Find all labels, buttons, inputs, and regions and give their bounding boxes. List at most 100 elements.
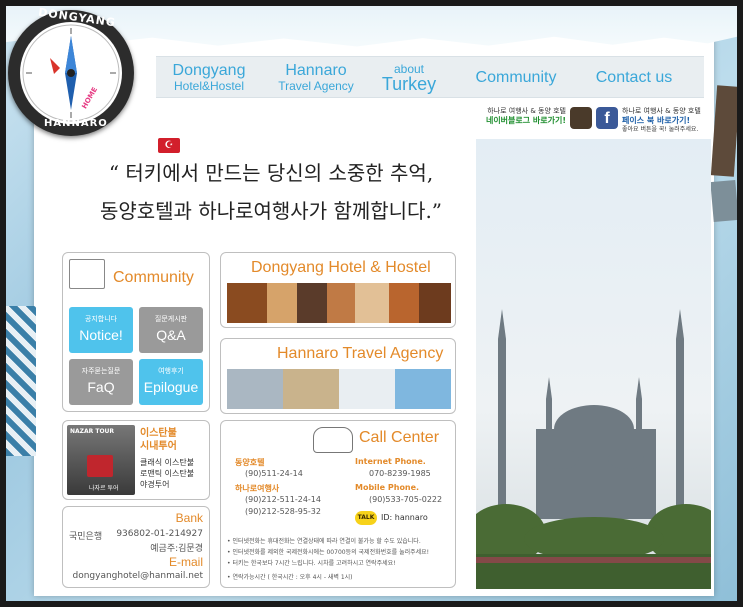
tram-icon	[87, 455, 113, 477]
nav-dongyang-hotel[interactable]: Dongyang Hotel&Hostel	[164, 62, 254, 93]
nav-about-turkey[interactable]: about Turkey	[374, 62, 444, 93]
tile-label: FaQ	[87, 379, 115, 395]
tile-sublabel: 자주묻는질문	[81, 367, 121, 375]
qna-tile[interactable]: 질문게시판 Q&A	[139, 307, 203, 353]
internet-phone: 070-8239-1985	[369, 469, 431, 478]
hotel-photo	[267, 283, 297, 323]
call-note: • 터키는 한국보다 7시간 느립니다. 시차를 고려하시고 연락주세요!	[227, 560, 396, 567]
tour-box[interactable]: NAZAR TOUR 나자르 투어 이스탄불 시내투어 클래식 이스탄불 로맨틱…	[62, 420, 210, 500]
agency-phone-1: (90)212-511-24-14	[245, 495, 321, 504]
travel-photo	[339, 369, 395, 409]
travel-box[interactable]: Hannaro Travel Agency	[220, 338, 456, 414]
blog-link[interactable]: 하나로 여행사 & 동양 호텔 네이버블로그 바로가기!	[474, 107, 592, 129]
left-decoration	[6, 306, 36, 456]
travel-title: Hannaro Travel Agency	[277, 345, 444, 362]
travel-photos	[227, 369, 451, 409]
facebook-line3: 좋아요 버튼을 꾹! 눌러주세요.	[622, 126, 699, 133]
nav-sublabel: Hotel&Hostel	[173, 79, 245, 93]
nav-label: Dongyang	[172, 62, 246, 79]
travel-photo	[283, 369, 339, 409]
bank-title: Bank	[175, 511, 203, 525]
monitor-icon	[69, 259, 105, 289]
mobile-phone-label: Mobile Phone.	[355, 483, 420, 492]
bank-account: 936802-01-214927	[116, 529, 203, 539]
nav-label: Turkey	[381, 74, 437, 94]
agency-phone-2: (90)212-528-95-32	[245, 507, 321, 516]
call-center-box: Call Center 동양호텔 (90)511-24-14 하나로여행사 (9…	[220, 420, 456, 588]
tour-title-line2: 시내투어	[140, 441, 177, 452]
tour-photo-caption: 나자르 투어	[89, 485, 119, 492]
mosque-illustration	[476, 139, 711, 589]
hotel-photo	[297, 283, 327, 323]
nav-label: Hannaro	[285, 62, 347, 79]
mobile-phone: (90)533-705-0222	[369, 495, 443, 504]
tile-label: Q&A	[156, 327, 186, 343]
call-note: • 인터넷전화를 제외한 국제전화시에는 00700등의 국제전화번호를 눌러주…	[227, 549, 430, 556]
call-note: • 인터넷전화는 휴대전화는 연결상태에 따라 연결이 불가능 할 수도 있습니…	[227, 538, 421, 545]
postcard-decoration	[710, 85, 737, 177]
tile-sublabel: 공지합니다	[84, 315, 118, 323]
tour-photo: NAZAR TOUR 나자르 투어	[67, 425, 135, 495]
blog-icon	[570, 107, 592, 129]
tour-title-line1: 이스탄불	[140, 428, 177, 439]
hotel-photo	[355, 283, 389, 323]
hotel-photo	[327, 283, 355, 323]
nav-contact-us[interactable]: Contact us	[584, 69, 684, 86]
community-title: Community	[113, 269, 194, 286]
tour-photo-label: NAZAR TOUR	[70, 428, 115, 435]
bank-holder: 예금주:김문경	[150, 544, 203, 554]
tile-sublabel: 질문게시판	[154, 315, 188, 323]
travel-photo	[227, 369, 283, 409]
facebook-icon: f	[596, 107, 618, 129]
hotel-box[interactable]: Dongyang Hotel & Hostel	[220, 252, 456, 328]
epilogue-tile[interactable]: 여행후기 Epilogue	[139, 359, 203, 405]
travel-photo	[395, 369, 451, 409]
kakaotalk-icon: TALK	[355, 511, 377, 525]
tile-sublabel: 여행후기	[158, 367, 184, 375]
facebook-line1: 하나로 여행사 & 동양 호텔	[622, 107, 701, 115]
tile-label: Epilogue	[143, 379, 199, 395]
main-nav: Dongyang Hotel&Hostel Hannaro Travel Age…	[156, 56, 704, 98]
kakao-id: ID: hannaro	[381, 513, 428, 522]
hotel-photos	[227, 283, 451, 323]
hotel-photo	[389, 283, 419, 323]
facebook-line2: 페이스 북 바로가기!	[622, 116, 691, 125]
tour-item[interactable]: 클래식 이스탄불	[140, 457, 194, 468]
notice-tile[interactable]: 공지합니다 Notice!	[69, 307, 133, 353]
hotel-photo	[227, 283, 267, 323]
compass-logo[interactable]: DONGYANG HANNARO HOME	[8, 6, 134, 136]
call-center-title: Call Center	[359, 429, 440, 446]
blue-mosque-photo	[476, 139, 711, 589]
facebook-link[interactable]: f 하나로 여행사 & 동양 호텔 페이스 북 바로가기! 좋아요 버튼을 꾹!…	[596, 107, 711, 134]
turkey-flag-icon: ☪	[158, 138, 180, 153]
slogan: “ 터키에서 만드는 당신의 소중한 추억, 동양호텔과 하나로여행사가 함께합…	[66, 154, 476, 230]
hotel-phone: (90)511-24-14	[245, 469, 303, 478]
tile-label: Notice!	[79, 327, 123, 343]
telephone-icon	[313, 427, 353, 453]
internet-phone-label: Internet Phone.	[355, 457, 426, 466]
community-box: Community 공지합니다 Notice! 질문게시판 Q&A 자주묻는질문…	[62, 252, 210, 412]
blog-line1: 하나로 여행사 & 동양 호텔	[487, 107, 566, 115]
agency-phone-label: 하나로여행사	[235, 484, 280, 493]
compass-bottom-text: HANNARO	[44, 118, 108, 129]
tour-item[interactable]: 야경투어	[140, 479, 194, 490]
compass-face	[20, 22, 122, 124]
faq-tile[interactable]: 자주묻는질문 FaQ	[69, 359, 133, 405]
compass-needle-icon	[22, 24, 120, 122]
slogan-line1: “ 터키에서 만드는 당신의 소중한 추억,	[108, 161, 434, 185]
email-title: E-mail	[168, 555, 203, 569]
email-address[interactable]: dongyanghotel@hanmail.net	[72, 571, 203, 581]
hotel-phone-label: 동양호텔	[235, 458, 265, 467]
hotel-photo	[419, 283, 451, 323]
nav-label: Contact us	[595, 69, 673, 86]
tour-item[interactable]: 로맨틱 이스탄불	[140, 468, 194, 479]
bank-box: Bank 국민은행 936802-01-214927 예금주:김문경 E-mai…	[62, 506, 210, 588]
slogan-line2: 동양호텔과 하나로여행사가 함께합니다.”	[99, 199, 443, 223]
tour-items: 클래식 이스탄불 로맨틱 이스탄불 야경투어	[140, 457, 194, 490]
postcard-decoration	[710, 179, 737, 223]
hotel-title: Dongyang Hotel & Hostel	[251, 259, 431, 276]
page-frame: DONGYANG HANNARO HOME Dongyang Hotel&Hos…	[6, 6, 737, 601]
nav-community[interactable]: Community	[466, 69, 566, 86]
nav-hannaro-travel[interactable]: Hannaro Travel Agency	[271, 62, 361, 93]
nav-sublabel: Travel Agency	[278, 79, 354, 93]
